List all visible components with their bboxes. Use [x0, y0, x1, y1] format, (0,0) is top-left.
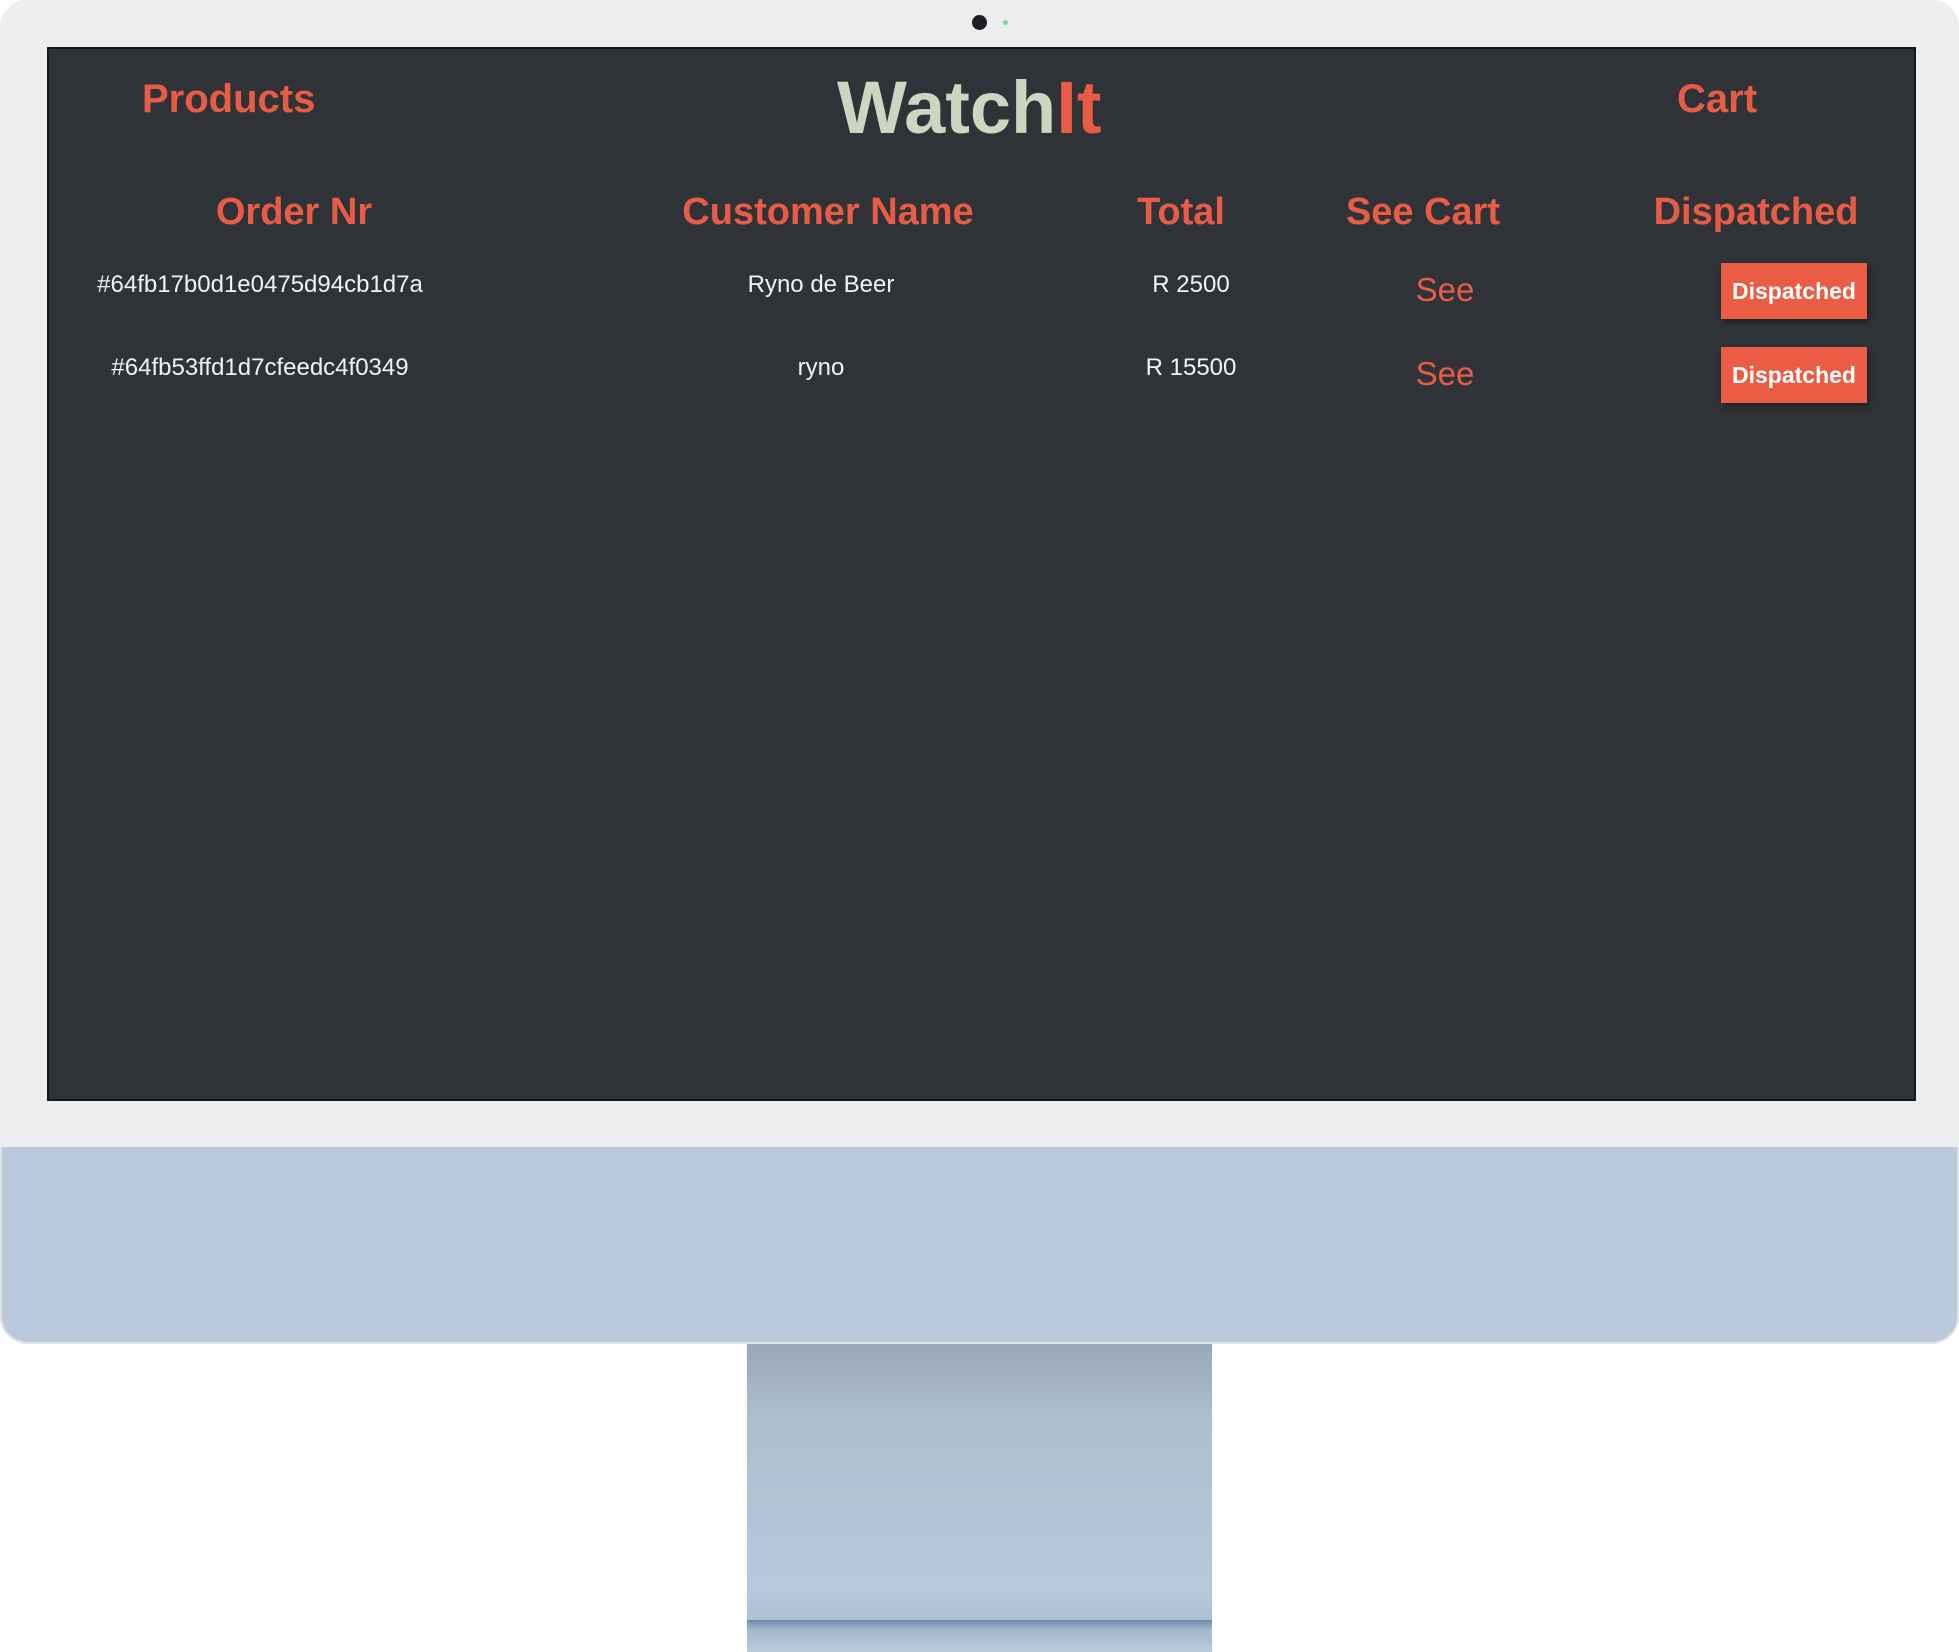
see-cart-link[interactable]: See	[1416, 271, 1475, 309]
app-screen: Products WatchIt Cart Order Nr Customer …	[47, 47, 1916, 1101]
customer-name-cell: Ryno de Beer	[747, 271, 895, 298]
column-header-customer-name: Customer Name	[682, 191, 974, 233]
nav-products-link[interactable]: Products	[142, 77, 315, 122]
monitor-bezel: Products WatchIt Cart Order Nr Customer …	[0, 0, 1959, 1147]
monitor-stand	[747, 1344, 1212, 1652]
nav-cart-link[interactable]: Cart	[1677, 77, 1757, 122]
logo-text-it: It	[1056, 66, 1102, 149]
order-nr-cell: #64fb53ffd1d7cfeedc4f0349	[111, 354, 409, 381]
total-cell: R 2500	[1152, 271, 1230, 298]
logo-text-watch: Watch	[837, 66, 1057, 149]
total-cell: R 15500	[1145, 354, 1237, 381]
column-header-order-nr: Order Nr	[215, 191, 373, 233]
column-header-total: Total	[1137, 191, 1225, 233]
order-nr-cell: #64fb17b0d1e0475d94cb1d7a	[97, 271, 423, 298]
camera-icon	[972, 15, 987, 30]
camera-led-icon	[1003, 20, 1008, 25]
dispatched-button[interactable]: Dispatched	[1721, 263, 1867, 319]
see-cart-link[interactable]: See	[1416, 355, 1475, 393]
monitor-frame: Products WatchIt Cart Order Nr Customer …	[0, 0, 1959, 1344]
dispatched-button[interactable]: Dispatched	[1721, 347, 1867, 403]
column-header-see-cart: See Cart	[1345, 191, 1501, 233]
customer-name-cell: ryno	[797, 354, 845, 381]
monitor-stand-foot	[747, 1620, 1212, 1652]
column-header-dispatched: Dispatched	[1653, 191, 1859, 233]
app-logo[interactable]: WatchIt	[837, 65, 1101, 150]
